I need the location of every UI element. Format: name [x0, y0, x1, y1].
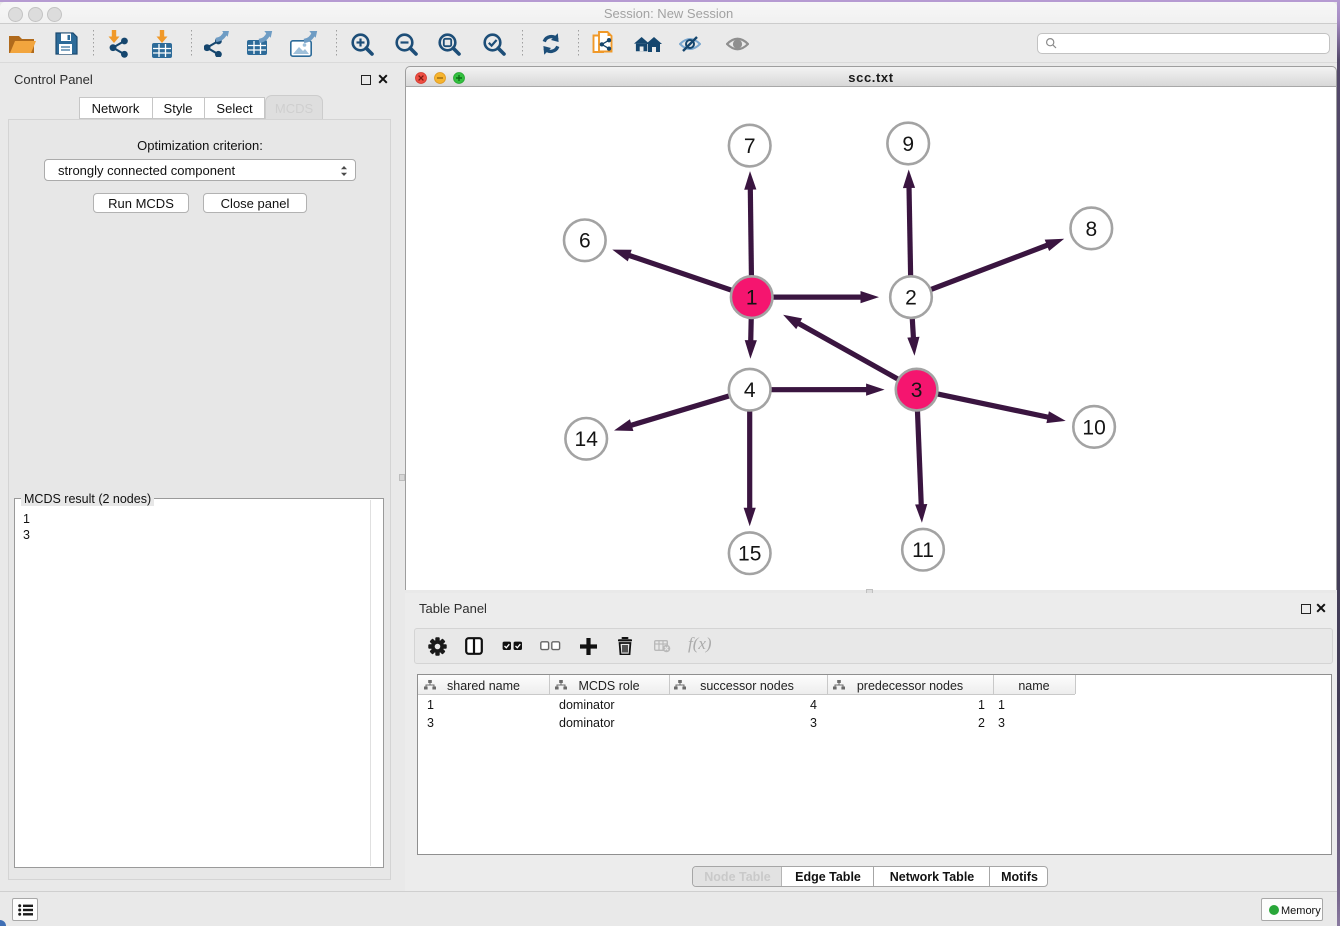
svg-text:2: 2 [905, 287, 917, 310]
svg-text:9: 9 [902, 133, 914, 156]
svg-text:11: 11 [912, 539, 934, 562]
svg-text:8: 8 [1085, 218, 1097, 241]
svg-text:4: 4 [744, 379, 756, 402]
svg-text:10: 10 [1082, 416, 1105, 439]
svg-text:7: 7 [744, 135, 756, 158]
svg-text:6: 6 [579, 230, 591, 253]
svg-text:14: 14 [575, 428, 599, 451]
svg-text:3: 3 [911, 379, 923, 402]
svg-text:15: 15 [738, 543, 761, 566]
svg-text:1: 1 [746, 287, 758, 310]
